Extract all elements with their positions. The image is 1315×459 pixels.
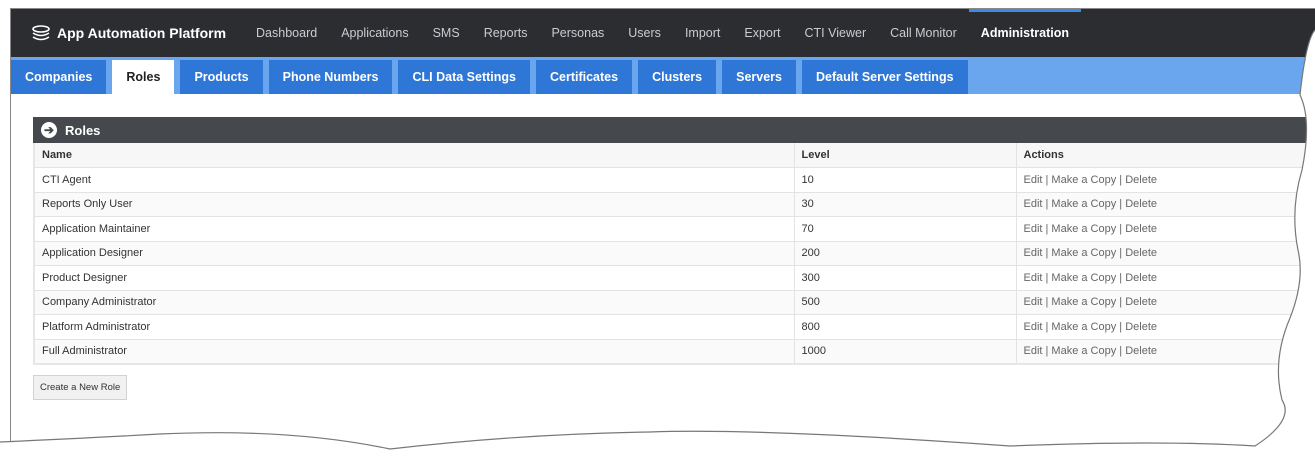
role-actions-links[interactable]: Edit | Make a Copy | Delete xyxy=(1016,192,1315,217)
role-actions-links[interactable]: Edit | Make a Copy | Delete xyxy=(1016,216,1315,242)
app-title: App Automation Platform xyxy=(57,25,227,41)
topnav-item-personas[interactable]: Personas xyxy=(539,9,616,57)
topnav-item-administration[interactable]: Administration xyxy=(968,9,1082,57)
column-header-name[interactable]: Name xyxy=(34,143,795,168)
table-row: Platform Administrator 800 Edit | Make a C… xyxy=(34,314,1315,340)
role-level: 800 xyxy=(794,314,1017,340)
role-level: 30 xyxy=(794,192,1017,217)
table-header-row: Name Level Actions xyxy=(34,143,1315,168)
topnav-items: Dashboard Applications SMS Reports Personas U… xyxy=(244,9,1082,57)
table-row: Product Designer 300 Edit | Make a Copy | … xyxy=(34,265,1315,291)
topnav-item-cti-viewer[interactable]: CTI Viewer xyxy=(793,9,879,57)
top-navigation: App Automation Platform Dashboard Applica… xyxy=(11,9,1315,57)
panel-title: Roles xyxy=(65,122,101,138)
tab-companies[interactable]: Companies xyxy=(11,60,107,94)
tab-servers[interactable]: Servers xyxy=(722,60,796,94)
table-row: Application Designer 200 Edit | Make a Cop… xyxy=(34,241,1315,266)
tab-default-server-settings[interactable]: Default Server Settings xyxy=(801,60,968,94)
topnav-item-dashboard[interactable]: Dashboard xyxy=(244,9,329,57)
role-level: 70 xyxy=(794,216,1017,242)
sub-tabs: Companies Roles Products Phone Numbers CLI D… xyxy=(11,57,1315,94)
role-name: Reports Only User xyxy=(34,192,795,217)
column-header-level[interactable]: Level xyxy=(794,143,1017,168)
role-actions-links[interactable]: Edit | Make a Copy | Delete xyxy=(1016,265,1315,291)
role-name: Platform Administrator xyxy=(34,314,795,340)
role-level: 10 xyxy=(794,167,1017,193)
table-row: CTI Agent 10 Edit | Make a Copy | Delete xyxy=(34,167,1315,193)
role-name: Application Designer xyxy=(34,241,795,266)
role-name: Full Administrator xyxy=(34,339,795,364)
table-row: Application Maintainer 70 Edit | Make a Co… xyxy=(34,216,1315,242)
app-window: App Automation Platform Dashboard Applica… xyxy=(10,8,1315,459)
tab-certificates[interactable]: Certificates xyxy=(535,60,633,94)
table-row: Full Administrator 1000 Edit | Make a Copy… xyxy=(34,339,1315,364)
tab-clusters[interactable]: Clusters xyxy=(638,60,717,94)
tab-phone-numbers[interactable]: Phone Numbers xyxy=(268,60,393,94)
tab-roles[interactable]: Roles xyxy=(112,60,175,94)
role-name: Product Designer xyxy=(34,265,795,291)
panel-header: ➔ Roles xyxy=(33,117,1315,143)
tab-cli-data-settings[interactable]: CLI Data Settings xyxy=(398,60,530,94)
role-actions-links[interactable]: Edit | Make a Copy | Delete xyxy=(1016,339,1315,364)
role-level: 200 xyxy=(794,241,1017,266)
topnav-item-users[interactable]: Users xyxy=(616,9,673,57)
create-new-role-button[interactable]: Create a New Role xyxy=(33,374,128,400)
role-name: Company Administrator xyxy=(34,290,795,315)
roles-panel: ➔ Roles Name Level Actions CTI Agent 10 Ed… xyxy=(33,117,1315,400)
topnav-item-import[interactable]: Import xyxy=(673,9,732,57)
table-row: Reports Only User 30 Edit | Make a Copy | … xyxy=(34,192,1315,217)
role-actions-links[interactable]: Edit | Make a Copy | Delete xyxy=(1016,167,1315,193)
cloud-stack-icon xyxy=(32,25,50,41)
topnav-item-reports[interactable]: Reports xyxy=(472,9,540,57)
role-name: CTI Agent xyxy=(34,167,795,193)
role-name: Application Maintainer xyxy=(34,216,795,242)
role-level: 500 xyxy=(794,290,1017,315)
role-level: 300 xyxy=(794,265,1017,291)
table-row: Company Administrator 500 Edit | Make a Co… xyxy=(34,290,1315,315)
topnav-item-sms[interactable]: SMS xyxy=(421,9,472,57)
roles-table: Name Level Actions CTI Agent 10 Edit | Mak… xyxy=(33,143,1315,365)
role-actions-links[interactable]: Edit | Make a Copy | Delete xyxy=(1016,290,1315,315)
topnav-item-applications[interactable]: Applications xyxy=(329,9,420,57)
role-actions-links[interactable]: Edit | Make a Copy | Delete xyxy=(1016,314,1315,340)
role-level: 1000 xyxy=(794,339,1017,364)
topnav-item-call-monitor[interactable]: Call Monitor xyxy=(878,9,969,57)
topnav-item-export[interactable]: Export xyxy=(732,9,792,57)
table-body: CTI Agent 10 Edit | Make a Copy | Delete Re… xyxy=(34,167,1315,364)
column-header-actions: Actions xyxy=(1016,143,1315,168)
role-actions-links[interactable]: Edit | Make a Copy | Delete xyxy=(1016,241,1315,266)
tab-products[interactable]: Products xyxy=(180,60,263,94)
brand[interactable]: App Automation Platform xyxy=(11,23,226,43)
arrow-circle-right-icon: ➔ xyxy=(41,122,57,138)
